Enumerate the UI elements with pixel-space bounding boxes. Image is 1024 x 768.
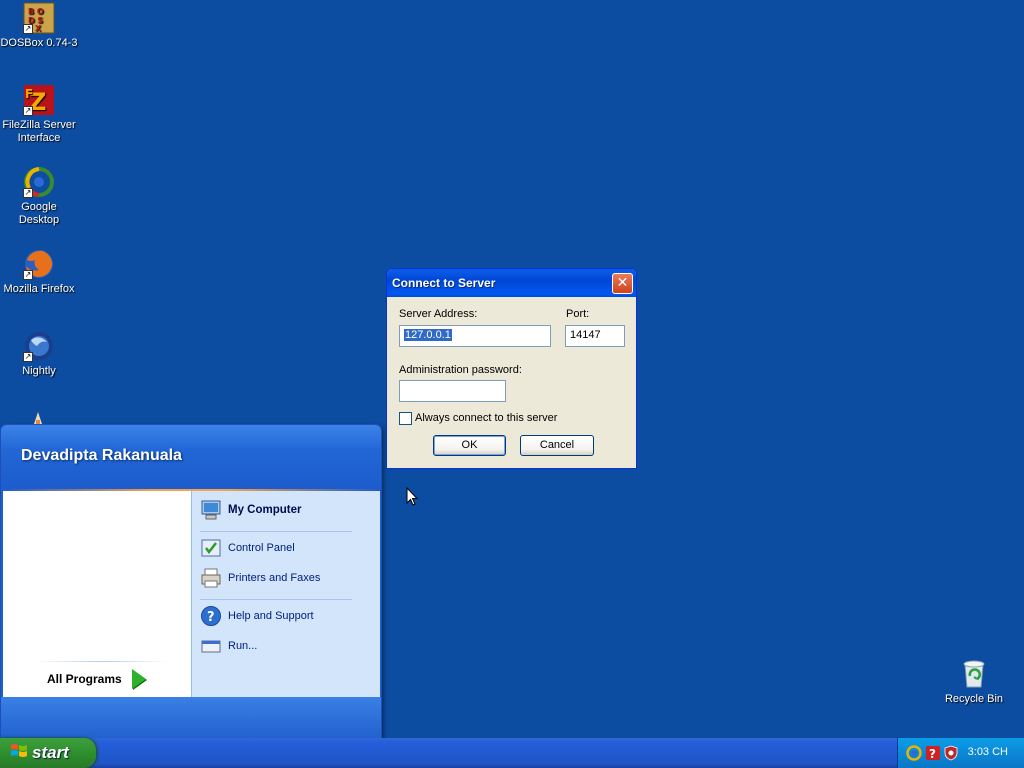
nightly-icon: ↗ [23, 330, 55, 362]
all-programs-label: All Programs [47, 672, 122, 686]
server-address-input[interactable]: 127.0.0.1 [399, 325, 551, 347]
clock[interactable]: 3:03 CH [968, 746, 1008, 758]
filezilla-icon: Z F ↗ [23, 84, 55, 116]
windows-logo-icon [10, 742, 28, 765]
svg-text:X: X [35, 24, 42, 33]
arrow-right-icon [131, 669, 146, 689]
svg-text:F: F [25, 87, 33, 101]
desktop-icon-label: Mozilla Firefox [3, 283, 75, 295]
menu-item-label: My Computer [228, 504, 302, 516]
svg-text:?: ? [929, 747, 936, 761]
always-connect-label[interactable]: Always connect to this server [415, 412, 557, 424]
svg-text:?: ? [207, 610, 215, 625]
start-menu-places-panel: My Computer Control Panel Printers and F… [191, 491, 380, 697]
desktop-icon-recycle-bin[interactable]: Recycle Bin [935, 658, 1013, 706]
help-icon: ? [200, 605, 222, 627]
google-desktop-tray-icon[interactable] [906, 745, 922, 761]
desktop-icon-label: DOSBox 0.74-3 [0, 37, 78, 49]
menu-item-printers-and-faxes[interactable]: Printers and Faxes [200, 567, 320, 589]
mouse-cursor-icon [406, 486, 419, 510]
desktop-icon-nightly[interactable]: ↗ Nightly [0, 330, 78, 378]
start-menu: Devadipta Rakanuala All Programs My Comp… [0, 424, 382, 741]
control-panel-icon [200, 537, 222, 559]
all-programs-separator [35, 661, 169, 662]
system-tray: ? 3:03 CH [897, 738, 1024, 768]
cancel-button[interactable]: Cancel [520, 435, 594, 456]
desktop-icon-label: Recycle Bin [944, 693, 1004, 705]
user-name: Devadipta Rakanuala [21, 447, 182, 464]
menu-item-label: Control Panel [228, 542, 295, 554]
start-menu-footer [1, 697, 381, 740]
google-desktop-icon: ↗ [23, 166, 55, 198]
desktop-icon-google-desktop[interactable]: ↗ Google Desktop [0, 166, 78, 227]
menu-item-help-and-support[interactable]: ? Help and Support [200, 605, 314, 627]
menu-item-label: Run... [228, 640, 258, 652]
desktop-icon-filezilla[interactable]: Z F ↗ FileZilla Server Interface [0, 84, 78, 145]
recycle-bin-icon [958, 658, 990, 690]
desktop-icon-firefox[interactable]: ↗ Mozilla Firefox [0, 248, 78, 296]
close-icon: ✕ [616, 275, 629, 291]
firefox-icon: ↗ [23, 248, 55, 280]
close-button[interactable]: ✕ [612, 273, 633, 294]
desktop-icon-dosbox[interactable]: B O D S X ↗ DOSBox 0.74-3 [0, 2, 78, 50]
help-tray-icon[interactable]: ? [925, 745, 941, 761]
menu-item-label: Printers and Faxes [228, 572, 321, 584]
places-separator [200, 599, 352, 600]
desktop-icon-label: FileZilla Server Interface [2, 119, 76, 144]
server-address-label: Server Address: [399, 308, 478, 320]
svg-text:B O: B O [28, 7, 44, 16]
run-icon [200, 635, 222, 657]
menu-item-label: Help and Support [228, 610, 314, 622]
dialog-title: Connect to Server [392, 276, 496, 290]
start-label: start [32, 743, 69, 762]
ok-button[interactable]: OK [433, 435, 506, 456]
desktop-icon-label: Google Desktop [18, 201, 60, 226]
password-input[interactable] [399, 380, 506, 402]
menu-item-run[interactable]: Run... [200, 635, 257, 657]
taskbar: start ? 3:03 CH [0, 738, 1024, 768]
printer-icon [200, 567, 222, 589]
menu-item-control-panel[interactable]: Control Panel [200, 537, 295, 559]
all-programs-button[interactable]: All Programs [47, 669, 146, 689]
security-shield-icon[interactable] [943, 745, 959, 761]
start-menu-header: Devadipta Rakanuala [1, 425, 381, 489]
port-label: Port: [566, 308, 590, 320]
hidden-desktop-icon[interactable] [34, 412, 42, 424]
dialog-title-bar[interactable]: Connect to Server ✕ [387, 269, 636, 297]
port-value: 14147 [570, 329, 601, 341]
dosbox-icon: B O D S X ↗ [23, 2, 55, 34]
connect-to-server-dialog: Connect to Server ✕ Server Address: 127.… [386, 268, 637, 469]
always-connect-checkbox[interactable] [399, 412, 412, 425]
my-computer-icon [200, 499, 222, 521]
start-button[interactable]: start [0, 738, 96, 768]
places-separator [200, 531, 352, 532]
server-address-value: 127.0.0.1 [404, 329, 452, 341]
menu-item-my-computer[interactable]: My Computer [200, 499, 301, 521]
port-input[interactable]: 14147 [565, 325, 625, 347]
password-label: Administration password: [399, 364, 522, 376]
desktop-icon-label: Nightly [22, 365, 56, 377]
start-menu-pinned-panel: All Programs [3, 491, 191, 697]
